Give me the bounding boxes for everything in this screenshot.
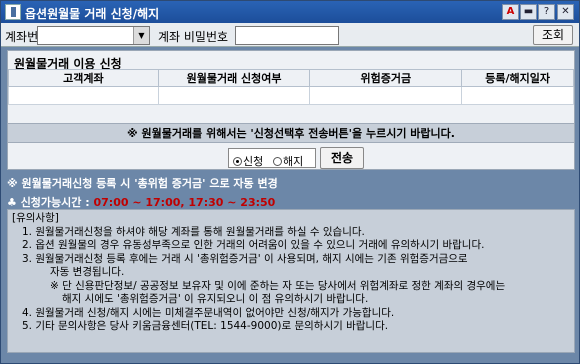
- application-panel: 원월물거래 이용 신청 고객계좌 원월물거래 신청여부 위험증거금 등록/해지일…: [7, 50, 575, 170]
- time-label: ♣ 신청가능시간 :: [7, 196, 90, 209]
- help-button[interactable]: ?: [538, 4, 555, 20]
- col-margin: 위험증거금: [309, 69, 463, 87]
- note-line: 5. 기타 문의사항은 당사 키움금융센터(TEL: 1544-9000)로 문…: [22, 320, 389, 332]
- send-button[interactable]: 전송: [320, 147, 364, 169]
- table-header-row: 고객계좌 원월물거래 신청여부 위험증거금 등록/해지일자: [8, 69, 574, 87]
- radio-empty-icon: [273, 157, 282, 166]
- title-bar: 옵션원월물 거래 신청/해지 A ▬ ? ✕: [1, 1, 579, 23]
- time-line: ♣ 신청가능시간 : 07:00 ~ 17:00, 17:30 ~ 23:50: [7, 194, 275, 210]
- col-date: 등록/해지일자: [461, 69, 574, 87]
- cell-margin: [309, 86, 463, 105]
- note-line: ※ 단 신용판단정보/ 공공정보 보유자 및 이에 준하는 자 또는 당사에서 …: [50, 279, 506, 292]
- auto-change-note: ※ 원월물거래신청 등록 시 '총위험 증거금' 으로 자동 변경: [7, 177, 278, 190]
- window: 옵션원월물 거래 신청/해지 A ▬ ? ✕ 계좌번호 ▼ 계좌 비밀번호 조회…: [0, 0, 580, 364]
- close-button[interactable]: ✕: [557, 4, 574, 20]
- search-button[interactable]: 조회: [533, 25, 573, 45]
- notes-panel: [유의사항] 1. 원월물거래신청을 하셔야 해당 계좌를 통해 원월물거래를 …: [7, 209, 575, 353]
- col-account: 고객계좌: [8, 69, 159, 87]
- radio-apply[interactable]: 신청: [233, 153, 263, 169]
- note-line: 1. 원월물거래신청을 하셔야 해당 계좌를 통해 원월물거래를 하실 수 있습…: [22, 225, 365, 238]
- col-apply-status: 원월물거래 신청여부: [157, 69, 311, 87]
- radio-selected-icon: [233, 157, 242, 166]
- radio-apply-label: 신청: [243, 155, 264, 168]
- control-row: 신청 해지 전송: [8, 147, 574, 169]
- toolbar: 계좌번호 ▼ 계좌 비밀번호 조회: [1, 23, 579, 47]
- account-table: 고객계좌 원월물거래 신청여부 위험증거금 등록/해지일자: [8, 69, 574, 105]
- note-line: 2. 옵션 원월물의 경우 유동성부족으로 인한 거래의 어려움이 있을 수 있…: [22, 239, 485, 251]
- password-field[interactable]: [235, 26, 339, 45]
- time-value: 07:00 ~ 17:00, 17:30 ~ 23:50: [93, 196, 276, 209]
- note-line: 3. 원월물거래신청 등록 후에는 거래 시 '총위험증거금' 이 사용되며, …: [22, 252, 468, 265]
- app-icon: [5, 4, 21, 20]
- notes-header: [유의사항]: [12, 212, 59, 224]
- window-title: 옵션원월물 거래 신청/해지: [25, 7, 160, 21]
- font-size-button[interactable]: A: [502, 4, 519, 20]
- table-row[interactable]: [8, 86, 574, 105]
- password-label: 계좌 비밀번호: [158, 30, 229, 44]
- note-line: 자동 변경됩니다.: [50, 266, 125, 278]
- cell-account: [8, 86, 159, 105]
- account-combo[interactable]: ▼: [37, 26, 150, 45]
- cell-apply-status: [157, 86, 311, 105]
- pin-button[interactable]: ▬: [520, 4, 537, 20]
- notice-bar: ※ 원월물거래를 위해서는 '신청선택후 전송버튼'을 누르시기 바랍니다.: [8, 123, 574, 143]
- cell-date: [461, 86, 574, 105]
- note-line: 4. 원월물거래 신청/해지 시에는 미체결주문내역이 없어야만 신청/해지가 …: [22, 306, 395, 319]
- radio-cancel-label: 해지: [283, 155, 304, 168]
- radio-group: 신청 해지: [228, 148, 316, 168]
- radio-cancel[interactable]: 해지: [273, 153, 303, 169]
- note-line: 해지 시에도 '총위험증거금' 이 유지되오니 이 점 유의하시기 바랍니다.: [62, 293, 369, 305]
- chevron-down-icon[interactable]: ▼: [133, 27, 149, 44]
